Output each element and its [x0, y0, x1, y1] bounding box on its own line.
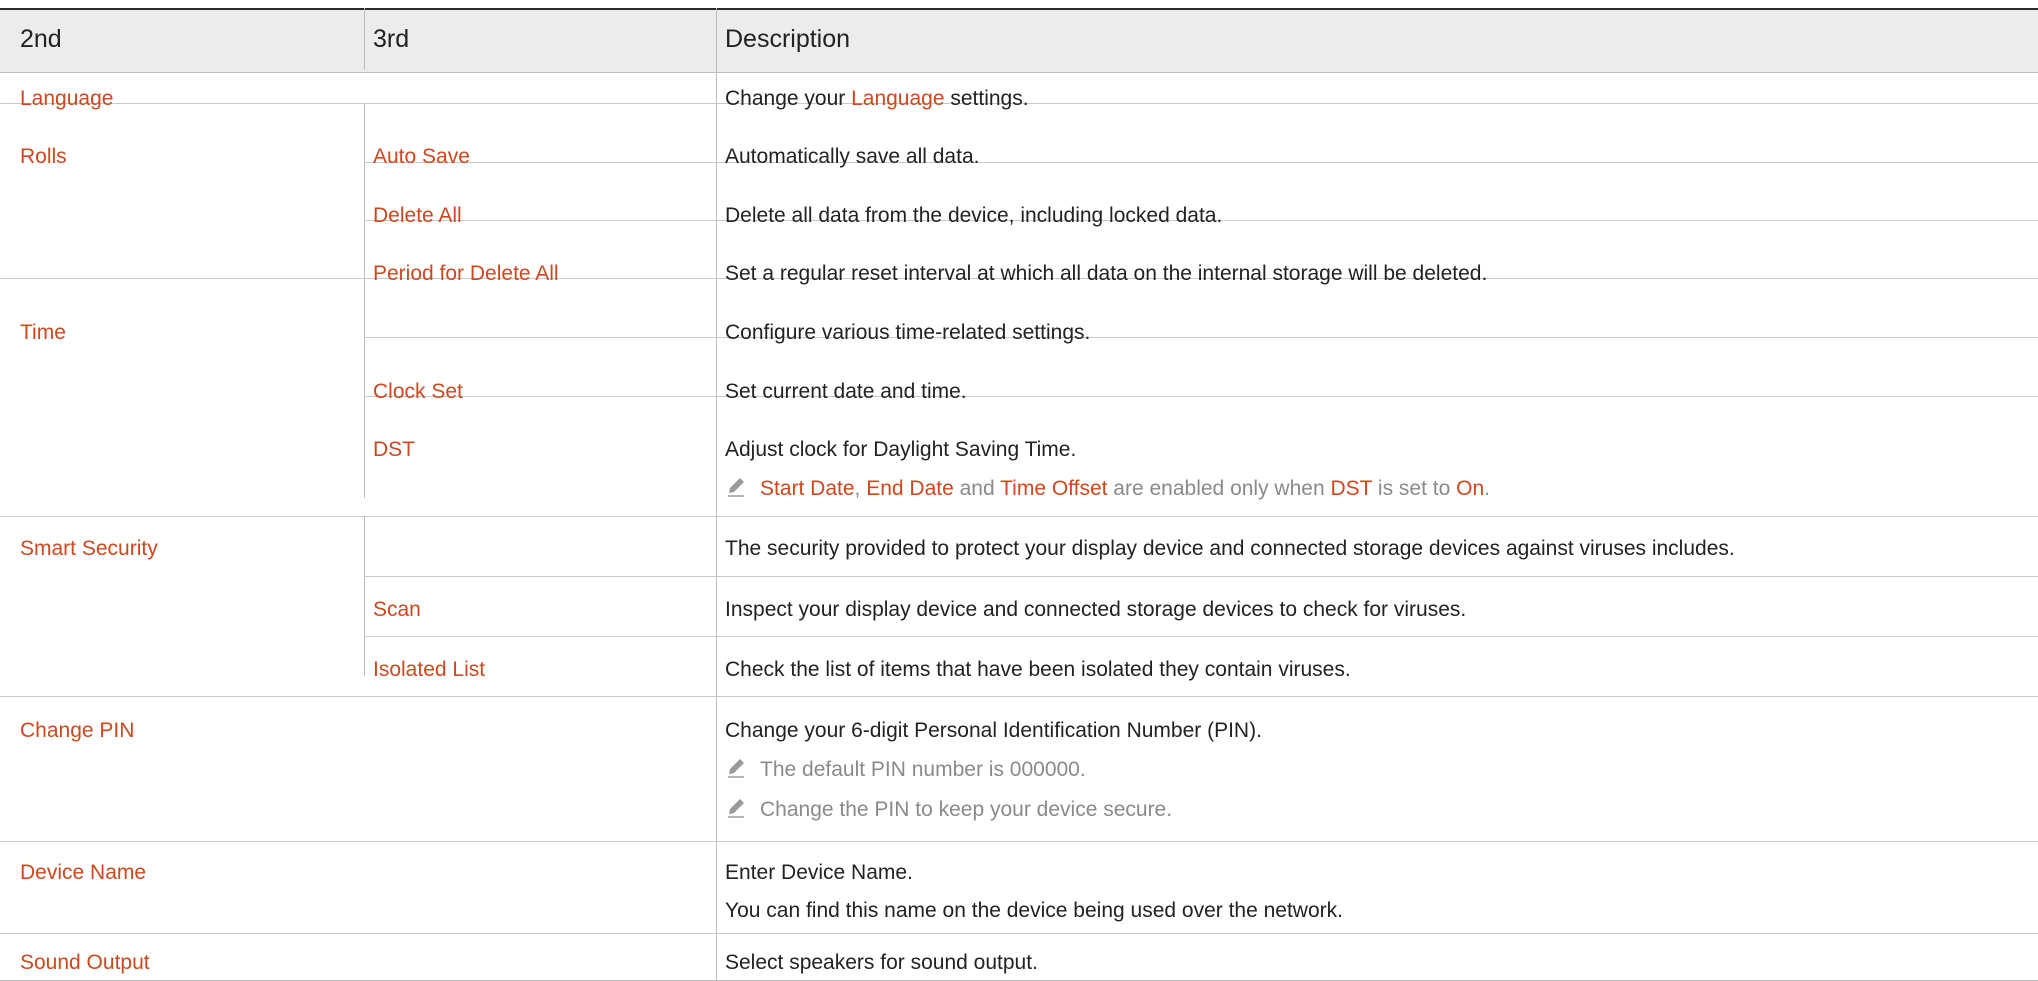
header-3rd: 3rd: [373, 25, 410, 53]
row-divider: [364, 576, 2038, 577]
scan-label[interactable]: Scan: [373, 597, 421, 623]
column-divider: [364, 516, 365, 676]
on-link[interactable]: On: [1456, 477, 1484, 500]
device-name-description-2: You can find this name on the device bei…: [725, 899, 1343, 922]
delete-all-description: Delete all data from the device, includi…: [725, 204, 1223, 227]
time-description: Configure various time-related settings.: [725, 321, 1091, 344]
language-link[interactable]: Language: [851, 87, 944, 110]
dst-note: Start Date, End Date and Time Offset are…: [760, 476, 1490, 502]
row-divider: [364, 337, 2038, 338]
note-text: is set to: [1372, 477, 1457, 500]
rolls-label[interactable]: Rolls: [20, 144, 67, 170]
row-divider: [0, 516, 2038, 517]
pencil-note-icon: [725, 476, 747, 498]
scan-description: Inspect your display device and connecte…: [725, 598, 1467, 621]
change-pin-description: Change your 6-digit Personal Identificat…: [725, 719, 1262, 742]
change-pin-note-default: The default PIN number is 000000.: [760, 758, 1086, 781]
time-offset-link[interactable]: Time Offset: [1000, 477, 1107, 500]
header-description: Description: [725, 25, 851, 53]
delete-all-label[interactable]: Delete All: [373, 203, 462, 229]
device-name-description: Enter Device Name.: [725, 861, 913, 884]
clock-set-label[interactable]: Clock Set: [373, 379, 463, 405]
change-pin-label[interactable]: Change PIN: [20, 718, 134, 744]
language-description: Change your Language settings.: [725, 86, 1029, 112]
clock-set-description: Set current date and time.: [725, 380, 967, 403]
change-pin-note-secure: Change the PIN to keep your device secur…: [760, 798, 1173, 821]
time-label[interactable]: Time: [20, 320, 66, 346]
sound-output-label[interactable]: Sound Output: [20, 950, 150, 976]
period-for-delete-all-description: Set a regular reset interval at which al…: [725, 262, 1488, 285]
row-divider: [364, 162, 2038, 163]
auto-save-label[interactable]: Auto Save: [373, 144, 470, 170]
table-header: 2nd 3rd Description: [0, 8, 2038, 73]
isolated-list-label[interactable]: Isolated List: [373, 657, 485, 683]
column-divider: [364, 8, 365, 70]
start-date-link[interactable]: Start Date: [760, 477, 855, 500]
dst-link[interactable]: DST: [1330, 477, 1372, 500]
note-text: ,: [854, 477, 867, 500]
pencil-note-icon: [725, 797, 747, 819]
smart-security-description: The security provided to protect your di…: [725, 537, 1735, 560]
end-date-link[interactable]: End Date: [866, 477, 954, 500]
row-divider: [0, 933, 2038, 934]
note-text: are enabled only when: [1107, 477, 1331, 500]
note-text: and: [953, 477, 1001, 500]
isolated-list-description: Check the list of items that have been i…: [725, 658, 1351, 681]
row-divider: [364, 636, 2038, 637]
row-divider: [0, 696, 2038, 697]
column-divider: [716, 8, 717, 981]
pencil-note-icon: [725, 757, 747, 779]
sound-output-description: Select speakers for sound output.: [725, 951, 1038, 974]
desc-text: Change your: [725, 87, 852, 110]
note-text: .: [1484, 477, 1490, 500]
auto-save-description: Automatically save all data.: [725, 145, 980, 168]
dst-description: Adjust clock for Daylight Saving Time.: [725, 438, 1077, 461]
row-divider: [364, 396, 2038, 397]
header-2nd: 2nd: [20, 25, 62, 53]
device-name-label[interactable]: Device Name: [20, 860, 146, 886]
desc-text: settings.: [944, 87, 1029, 110]
dst-label[interactable]: DST: [373, 437, 415, 463]
smart-security-label[interactable]: Smart Security: [20, 536, 158, 562]
language-label[interactable]: Language: [20, 86, 113, 112]
row-divider: [0, 841, 2038, 842]
period-for-delete-all-label[interactable]: Period for Delete All: [373, 261, 559, 287]
